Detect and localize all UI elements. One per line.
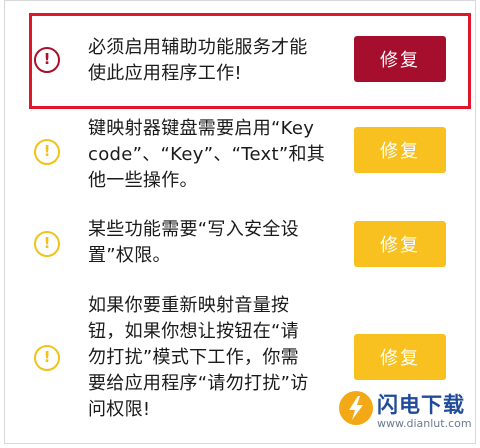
issue-message: 某些功能需要“写入安全设 置”权限。 [88, 217, 328, 269]
issue-row-secure-settings: ! 某些功能需要“写入安全设 置”权限。 修复 [5, 213, 475, 283]
watermark: 闪电下载 www.dianlut.com [339, 389, 479, 439]
warning-exclamation-icon: ! [34, 345, 60, 371]
lightning-logo-icon [339, 391, 373, 425]
watermark-title: 闪电下载 [377, 393, 465, 417]
issue-message: 键映射器键盘需要启用“Key code”、“Key”、“Text”和其 他一些操… [88, 116, 328, 194]
issue-message: 必须启用辅助功能服务才能 使此应用程序工作! [88, 35, 328, 87]
error-exclamation-icon: ! [34, 47, 60, 73]
issue-message-line: 如果你要重新映射音量按 [88, 295, 290, 316]
issue-row-accessibility: ! 必须启用辅助功能服务才能 使此应用程序工作! 修复 [5, 11, 475, 111]
warning-exclamation-icon: ! [34, 139, 60, 165]
fix-do-not-disturb-button[interactable]: 修复 [354, 334, 446, 380]
fix-accessibility-button[interactable]: 修复 [354, 36, 446, 82]
issue-message-line: 他一些操作。 [88, 170, 198, 191]
issue-message-line: 使此应用程序工作! [88, 63, 242, 84]
watermark-url: www.dianlut.com [377, 417, 472, 430]
fix-secure-settings-button[interactable]: 修复 [354, 221, 446, 267]
fix-keyboard-button[interactable]: 修复 [354, 127, 446, 173]
issue-row-keyboard: ! 键映射器键盘需要启用“Key code”、“Key”、“Text”和其 他一… [5, 113, 475, 203]
issue-message-line: 钮，如果你想让按钮在“请 [88, 321, 299, 342]
fix-issues-list: ! 必须启用辅助功能服务才能 使此应用程序工作! 修复 ! 键映射器键盘需要启用… [4, 0, 476, 444]
issue-message: 如果你要重新映射音量按 钮，如果你想让按钮在“请 勿打扰”模式下工作，你需 要给… [88, 293, 328, 423]
issue-message-line: 要给应用程序“请勿打扰”访 [88, 373, 309, 394]
warning-exclamation-icon: ! [34, 231, 60, 257]
issue-message-line: 必须启用辅助功能服务才能 [88, 37, 308, 58]
issue-message-line: 勿打扰”模式下工作，你需 [88, 347, 299, 368]
issue-message-line: code”、“Key”、“Text”和其 [88, 144, 326, 165]
issue-message-line: 某些功能需要“写入安全设 [88, 219, 299, 240]
issue-message-line: 键映射器键盘需要启用“Key [88, 118, 315, 139]
issue-message-line: 置”权限。 [88, 245, 171, 266]
issue-message-line: 问权限! [88, 399, 151, 420]
